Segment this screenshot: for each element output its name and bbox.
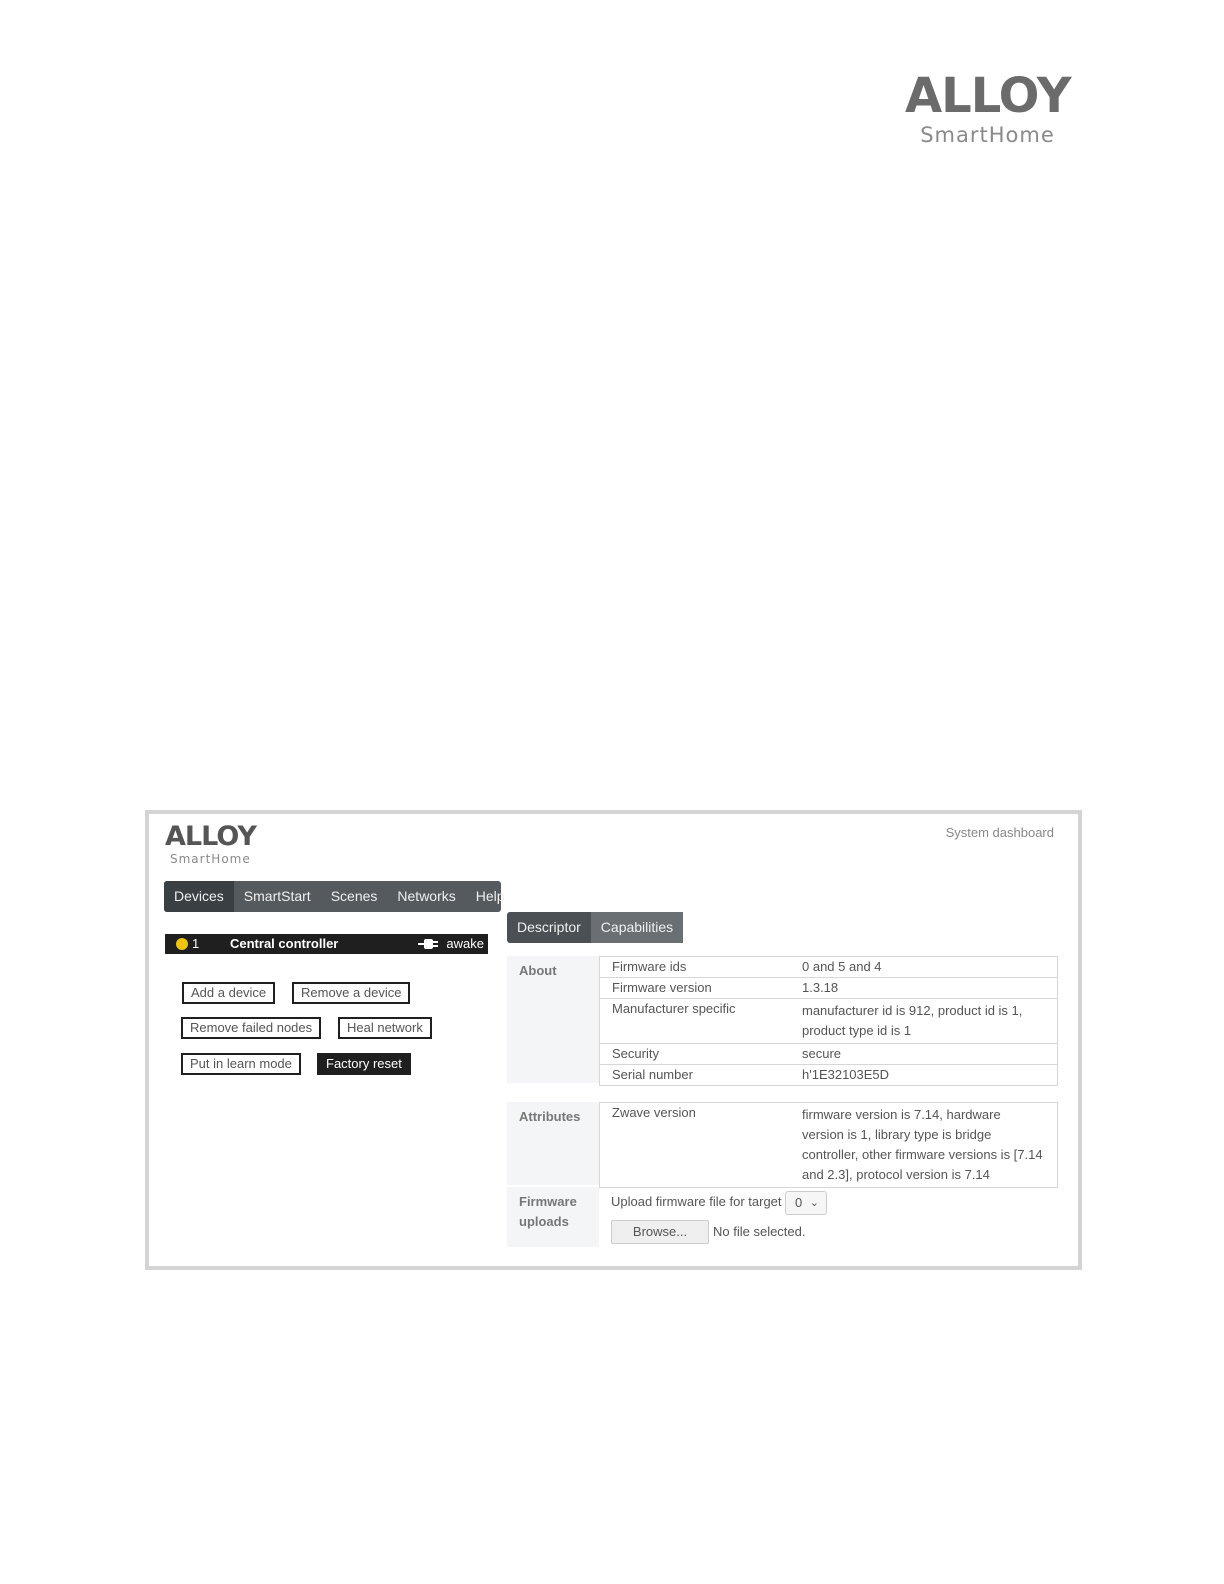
row-value: h'1E32103E5D	[802, 1067, 890, 1082]
attributes-table: Zwave version firmware version is 7.14, …	[599, 1102, 1058, 1188]
nav-smartstart[interactable]: SmartStart	[234, 881, 321, 912]
page-logo: ALLOY SmartHome	[905, 68, 1071, 148]
table-row: Firmware ids 0 and 5 and 4	[600, 957, 1057, 978]
row-value: firmware version is 7.14, hardware versi…	[802, 1107, 1043, 1182]
row-key: Firmware ids	[612, 959, 687, 974]
target-select[interactable]: 0 ⌄	[785, 1191, 827, 1215]
system-dashboard-link[interactable]: System dashboard	[946, 825, 1054, 840]
row-value: 0 and 5 and 4	[802, 959, 882, 974]
page-logo-brand: ALLOY	[905, 68, 1071, 124]
device-name: Central controller	[230, 936, 339, 951]
firmware-uploads-label: Firmware uploads	[507, 1187, 599, 1247]
tab-descriptor[interactable]: Descriptor	[507, 912, 591, 943]
device-state: awake	[446, 936, 484, 951]
learn-mode-button[interactable]: Put in learn mode	[181, 1053, 301, 1075]
chevron-down-icon: ⌄	[809, 1197, 819, 1209]
remove-device-button[interactable]: Remove a device	[292, 982, 411, 1004]
plug-icon	[418, 939, 438, 949]
file-status: No file selected.	[713, 1224, 806, 1239]
nav-help[interactable]: Help	[466, 881, 515, 912]
detail-tabs: Descriptor Capabilities	[507, 912, 684, 943]
about-label: About	[507, 956, 599, 1083]
nav-scenes[interactable]: Scenes	[321, 881, 388, 912]
factory-reset-button[interactable]: Factory reset	[317, 1053, 411, 1075]
row-value: 1.3.18	[802, 980, 839, 995]
target-select-value: 0	[795, 1195, 803, 1210]
table-row: Zwave version firmware version is 7.14, …	[600, 1103, 1057, 1187]
row-key: Serial number	[612, 1067, 693, 1082]
device-row[interactable]: 1 Central controller awake	[165, 934, 488, 954]
app-logo[interactable]: ALLOY SmartHome	[165, 821, 257, 867]
table-row: Manufacturer specific manufacturer id is…	[600, 999, 1057, 1044]
status-dot-icon	[176, 938, 188, 950]
nav-devices[interactable]: Devices	[164, 881, 234, 912]
app-logo-brand: ALLOY	[165, 821, 257, 852]
table-row: Firmware version 1.3.18	[600, 978, 1057, 999]
browse-button[interactable]: Browse...	[611, 1220, 709, 1244]
table-row: Security secure	[600, 1044, 1057, 1065]
app-screenshot: ALLOY SmartHome System dashboard Devices…	[145, 810, 1082, 1270]
row-key: Firmware version	[612, 980, 712, 995]
heal-network-button[interactable]: Heal network	[338, 1017, 432, 1039]
device-id: 1	[192, 936, 200, 951]
page-logo-sub: SmartHome	[920, 123, 1055, 147]
remove-failed-nodes-button[interactable]: Remove failed nodes	[181, 1017, 322, 1039]
firmware-upload-prompt: Upload firmware file for target	[611, 1194, 782, 1209]
add-device-button[interactable]: Add a device	[182, 982, 276, 1004]
attributes-label: Attributes	[507, 1102, 599, 1185]
row-value: secure	[802, 1046, 842, 1061]
row-key: Zwave version	[612, 1105, 696, 1120]
about-table: Firmware ids 0 and 5 and 4 Firmware vers…	[599, 956, 1058, 1086]
table-row: Serial number h'1E32103E5D	[600, 1065, 1057, 1085]
tab-capabilities[interactable]: Capabilities	[590, 912, 684, 943]
app-logo-sub: SmartHome	[170, 852, 251, 866]
row-key: Security	[612, 1046, 659, 1061]
nav-networks[interactable]: Networks	[387, 881, 465, 912]
main-nav: Devices SmartStart Scenes Networks Help	[164, 881, 505, 912]
row-value: manufacturer id is 912, product id is 1,…	[802, 1003, 1023, 1038]
row-key: Manufacturer specific	[612, 1001, 736, 1016]
